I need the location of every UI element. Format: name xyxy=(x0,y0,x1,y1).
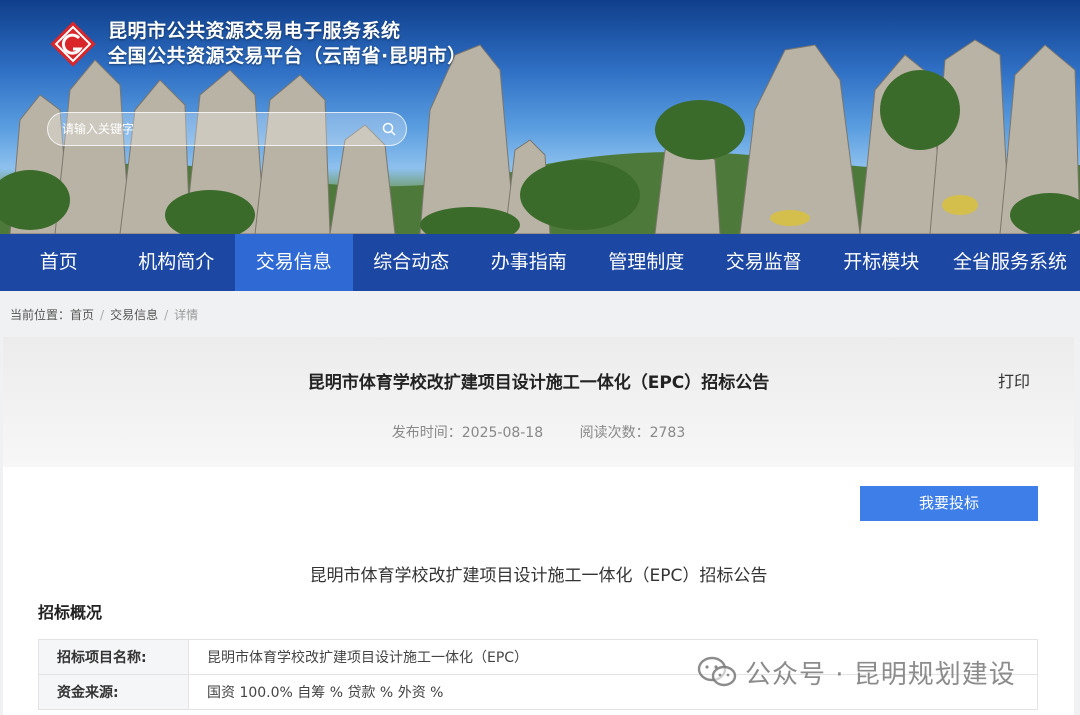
table-key: 资金来源: xyxy=(38,674,189,710)
article-header: 昆明市体育学校改扩建项目设计施工一体化（EPC）招标公告 打印 发布时间：202… xyxy=(3,337,1074,467)
nav-item-trading-info[interactable]: 交易信息 xyxy=(235,234,353,291)
breadcrumb-label: 当前位置： xyxy=(10,308,71,322)
section-heading: 招标概况 xyxy=(38,603,103,622)
article-meta: 发布时间：2025-08-18 阅读次数：2783 xyxy=(3,422,1074,442)
site-title-line2: 全国公共资源交易平台（云南省·昆明市） xyxy=(108,45,467,67)
publish-time: 发布时间：2025-08-18 xyxy=(391,425,544,441)
main-nav: 首页 机构简介 交易信息 综合动态 办事指南 管理制度 交易监督 开标模块 全省… xyxy=(0,234,1080,291)
breadcrumb-separator: / xyxy=(164,308,169,322)
read-count: 阅读次数：2783 xyxy=(579,425,686,441)
watermark: 公众号 · 昆明规划建设 xyxy=(697,654,1016,690)
nav-item-bid-opening[interactable]: 开标模块 xyxy=(823,234,941,291)
site-title-line1: 昆明市公共资源交易电子服务系统 xyxy=(108,20,401,42)
header-banner: 昆明市公共资源交易电子服务系统 全国公共资源交易平台（云南省·昆明市） xyxy=(0,0,1080,234)
table-key: 招标项目名称: xyxy=(38,639,189,675)
breadcrumb-separator: / xyxy=(100,308,105,322)
notice-title: 昆明市体育学校改扩建项目设计施工一体化（EPC）招标公告 xyxy=(309,566,768,586)
search-box xyxy=(47,112,407,146)
breadcrumb: 当前位置：首页 / 交易信息 / 详情 xyxy=(10,306,198,323)
print-button[interactable]: 打印 xyxy=(998,368,1030,392)
search-input[interactable] xyxy=(62,113,372,145)
logo-icon xyxy=(50,21,96,67)
site-title: 昆明市公共资源交易电子服务系统 全国公共资源交易平台（云南省·昆明市） xyxy=(108,19,467,69)
watermark-text: 公众号 · 昆明规划建设 xyxy=(745,659,1016,690)
breadcrumb-current: 详情 xyxy=(174,308,199,322)
wechat-icon xyxy=(697,656,737,687)
article-title: 昆明市体育学校改扩建项目设计施工一体化（EPC）招标公告 xyxy=(307,373,770,393)
nav-item-regulations[interactable]: 管理制度 xyxy=(588,234,706,291)
breadcrumb-trading-info[interactable]: 交易信息 xyxy=(110,306,158,323)
nav-item-home[interactable]: 首页 xyxy=(0,234,118,291)
nav-item-news[interactable]: 综合动态 xyxy=(353,234,471,291)
nav-item-province-services[interactable]: 全省服务系统 xyxy=(940,234,1080,291)
submit-bid-button[interactable]: 我要投标 xyxy=(860,486,1038,521)
nav-item-about[interactable]: 机构简介 xyxy=(118,234,236,291)
search-icon[interactable] xyxy=(382,122,396,136)
nav-item-supervision[interactable]: 交易监督 xyxy=(705,234,823,291)
breadcrumb-home[interactable]: 首页 xyxy=(70,306,94,323)
nav-item-guide[interactable]: 办事指南 xyxy=(470,234,588,291)
